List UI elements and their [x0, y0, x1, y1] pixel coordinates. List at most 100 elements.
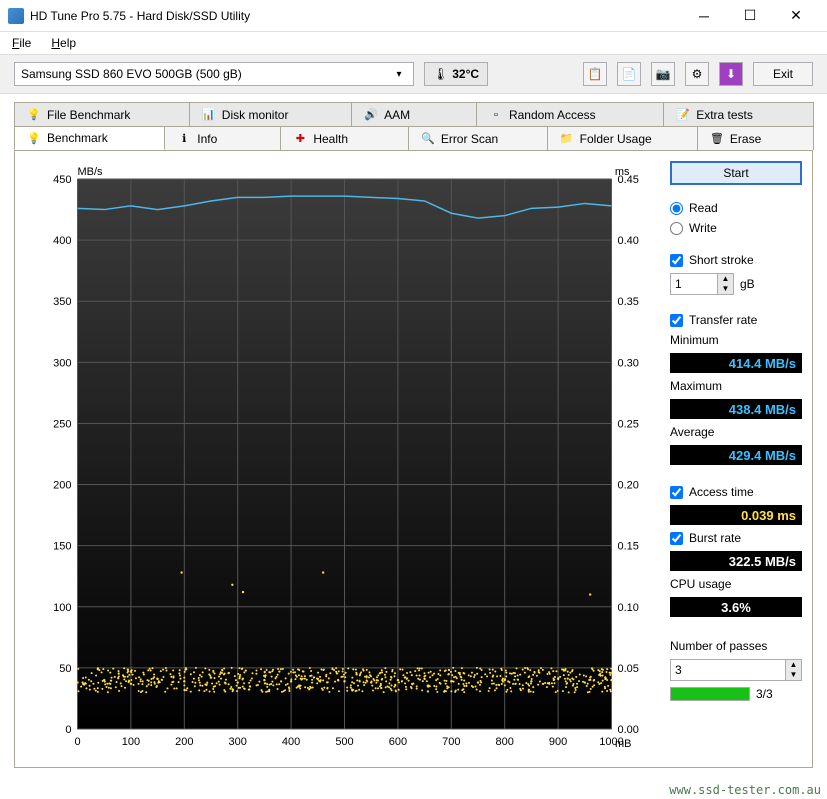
benchmark-chart: MB/s ms mB 050100150200250300350400450 0…: [25, 161, 658, 757]
y-axis-label: MB/s: [78, 166, 104, 178]
svg-text:250: 250: [53, 418, 71, 430]
tab-health[interactable]: ✚Health: [280, 126, 408, 150]
aam-icon: 🔊: [364, 108, 378, 122]
close-button[interactable]: ✕: [773, 1, 819, 31]
cpu-value: 3.6%: [670, 597, 802, 617]
menubar: File Help: [0, 32, 827, 54]
spin-down-icon[interactable]: ▼: [717, 284, 733, 294]
avg-value: 429.4 MB/s: [670, 445, 802, 465]
temperature-display: 🌡 32°C: [424, 62, 488, 86]
tab-aam[interactable]: 🔊AAM: [351, 102, 477, 126]
cpu-label: CPU usage: [670, 577, 802, 591]
app-icon: [8, 8, 24, 24]
svg-text:700: 700: [442, 736, 460, 748]
short-stroke-check[interactable]: Short stroke: [670, 253, 802, 267]
progress-text: 3/3: [756, 687, 773, 701]
burst-rate-check[interactable]: Burst rate: [670, 531, 802, 545]
tab-disk-monitor[interactable]: 📊Disk monitor: [189, 102, 352, 126]
transfer-rate-check[interactable]: Transfer rate: [670, 313, 802, 327]
svg-text:300: 300: [53, 357, 71, 369]
max-value: 438.4 MB/s: [670, 399, 802, 419]
save-button[interactable]: ⬇: [719, 62, 743, 86]
progress-bar: [670, 687, 750, 701]
svg-text:0.45: 0.45: [618, 174, 639, 186]
options-button[interactable]: ⚙: [685, 62, 709, 86]
exit-button[interactable]: Exit: [753, 62, 813, 86]
svg-text:100: 100: [53, 602, 71, 614]
tab-benchmark[interactable]: 💡Benchmark: [14, 126, 165, 150]
tab-file-benchmark[interactable]: 💡File Benchmark: [14, 102, 190, 126]
write-radio[interactable]: Write: [670, 221, 802, 235]
start-button[interactable]: Start: [670, 161, 802, 185]
access-time-check[interactable]: Access time: [670, 485, 802, 499]
content-panel: MB/s ms mB 050100150200250300350400450 0…: [14, 150, 813, 768]
health-icon: ✚: [293, 132, 307, 146]
svg-text:300: 300: [229, 736, 247, 748]
maximize-button[interactable]: ☐: [727, 1, 773, 31]
spin-down-icon[interactable]: ▼: [785, 670, 801, 680]
spin-up-icon[interactable]: ▲: [717, 274, 733, 284]
menu-file[interactable]: File: [8, 34, 35, 52]
svg-text:600: 600: [389, 736, 407, 748]
drive-select-text: Samsung SSD 860 EVO 500GB (500 gB): [21, 67, 391, 81]
read-radio[interactable]: Read: [670, 201, 802, 215]
chart-svg: MB/s ms mB 050100150200250300350400450 0…: [25, 161, 658, 757]
window-title: HD Tune Pro 5.75 - Hard Disk/SSD Utility: [30, 9, 681, 23]
menu-help[interactable]: Help: [47, 34, 80, 52]
disk-monitor-icon: 📊: [202, 108, 216, 122]
extra-tests-icon: 📝: [676, 108, 690, 122]
svg-text:0.40: 0.40: [618, 235, 639, 247]
max-label: Maximum: [670, 379, 802, 393]
tab-error-scan[interactable]: 🔍Error Scan: [408, 126, 548, 150]
side-panel: Start Read Write Short stroke 1 ▲▼ gB Tr…: [670, 161, 802, 757]
svg-text:0.05: 0.05: [618, 663, 639, 675]
toolbar: Samsung SSD 860 EVO 500GB (500 gB) ▾ 🌡 3…: [0, 54, 827, 94]
svg-text:200: 200: [53, 480, 71, 492]
passes-value[interactable]: 3 ▲▼: [670, 659, 802, 681]
svg-text:800: 800: [496, 736, 514, 748]
svg-text:0.15: 0.15: [618, 541, 639, 553]
tab-random-access[interactable]: ▫Random Access: [476, 102, 664, 126]
thermometer-icon: 🌡: [433, 67, 448, 81]
tabs-area: 💡File Benchmark 📊Disk monitor 🔊AAM ▫Rand…: [0, 94, 827, 768]
minimize-button[interactable]: ─: [681, 1, 727, 31]
svg-text:0.00: 0.00: [618, 724, 639, 736]
short-stroke-value[interactable]: 1 ▲▼: [670, 273, 734, 295]
svg-text:200: 200: [175, 736, 193, 748]
screenshot-button[interactable]: 📷: [651, 62, 675, 86]
random-access-icon: ▫: [489, 108, 503, 122]
spin-up-icon[interactable]: ▲: [785, 660, 801, 670]
svg-text:150: 150: [53, 541, 71, 553]
tab-extra-tests[interactable]: 📝Extra tests: [663, 102, 814, 126]
error-scan-icon: 🔍: [421, 132, 435, 146]
benchmark-icon: 💡: [27, 131, 41, 145]
svg-text:1000: 1000: [599, 736, 623, 748]
passes-label: Number of passes: [670, 639, 802, 653]
svg-text:0.30: 0.30: [618, 357, 639, 369]
svg-text:500: 500: [335, 736, 353, 748]
file-benchmark-icon: 💡: [27, 108, 41, 122]
svg-text:0.35: 0.35: [618, 296, 639, 308]
tab-info[interactable]: ℹInfo: [164, 126, 281, 150]
tab-folder-usage[interactable]: 📁Folder Usage: [547, 126, 698, 150]
copy-screenshot-button[interactable]: 📄: [617, 62, 641, 86]
svg-text:0.20: 0.20: [618, 480, 639, 492]
access-value: 0.039 ms: [670, 505, 802, 525]
window-controls: ─ ☐ ✕: [681, 1, 819, 31]
watermark: www.ssd-tester.com.au: [669, 783, 821, 797]
svg-text:0.25: 0.25: [618, 418, 639, 430]
tab-erase[interactable]: 🗑Erase: [697, 126, 814, 150]
progress-row: 3/3: [670, 687, 802, 701]
short-stroke-unit: gB: [740, 277, 755, 291]
svg-text:0.10: 0.10: [618, 602, 639, 614]
drive-select[interactable]: Samsung SSD 860 EVO 500GB (500 gB) ▾: [14, 62, 414, 86]
svg-text:100: 100: [122, 736, 140, 748]
tab-row-bottom: 💡Benchmark ℹInfo ✚Health 🔍Error Scan 📁Fo…: [14, 126, 813, 150]
titlebar: HD Tune Pro 5.75 - Hard Disk/SSD Utility…: [0, 0, 827, 32]
folder-usage-icon: 📁: [560, 132, 574, 146]
svg-text:400: 400: [53, 235, 71, 247]
svg-text:900: 900: [549, 736, 567, 748]
min-label: Minimum: [670, 333, 802, 347]
burst-value: 322.5 MB/s: [670, 551, 802, 571]
copy-info-button[interactable]: 📋: [583, 62, 607, 86]
